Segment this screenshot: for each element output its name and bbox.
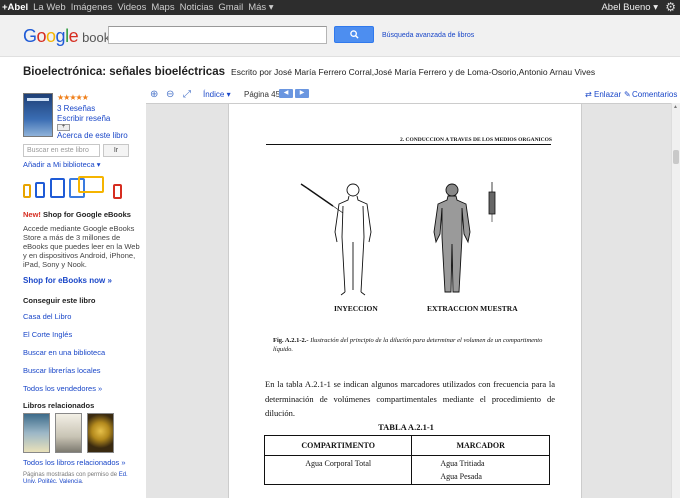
book-cover-thumbnail[interactable]	[23, 93, 53, 137]
advanced-search-link[interactable]: Búsqueda avanzada de libros	[382, 32, 474, 39]
injection-label: INYECCION	[334, 304, 378, 313]
scrollbar-thumb[interactable]	[673, 150, 679, 164]
rating-stars: ★★★★★	[57, 93, 89, 102]
promo-title-text: Shop for Google eBooks	[40, 210, 131, 219]
person-left-illustration	[334, 183, 372, 296]
viewer-scrollbar[interactable]: ▲	[671, 103, 680, 498]
related-books-title: Libros relacionados	[23, 401, 95, 410]
syringe-right-icon	[488, 182, 496, 222]
scroll-up-icon[interactable]: ▲	[673, 104, 678, 110]
gear-icon[interactable]: ⚙	[665, 0, 676, 14]
table-header-row: COMPARTIMENTO MARCADOR	[263, 435, 550, 456]
person-right-illustration	[433, 183, 471, 293]
about-book-link[interactable]: Acerca de este libro	[57, 131, 128, 140]
table-header-compartment: COMPARTIMENTO	[263, 435, 413, 456]
viewer-toolbar: ⊕ ⊖ ⤢ Índice ▾ Página 45 ◀ ▶ ⇄ Enlazar ✎…	[146, 88, 680, 102]
ebook-devices-illustration	[23, 176, 133, 202]
permission-note: Páginas mostradas con permiso de Ed. Uni…	[23, 472, 141, 486]
dilution-figure	[300, 182, 496, 296]
shop-ebooks-link[interactable]: Shop for eBooks now »	[23, 276, 112, 285]
table-header-marker: MARCADOR	[411, 435, 550, 456]
add-to-shelf-icon[interactable]: +	[57, 124, 70, 131]
index-dropdown[interactable]: Índice ▾	[203, 90, 231, 99]
ebooks-promo-text: Accede mediante Google eBooks Store a má…	[23, 224, 140, 269]
phone-device-icon	[23, 184, 31, 198]
seller-link-corte-ingles[interactable]: El Corte Inglés	[23, 330, 72, 339]
zoom-in-icon[interactable]: ⊕	[150, 89, 158, 100]
permission-prefix: Páginas mostradas con permiso de	[23, 472, 119, 478]
table-row: Agua Corporal Total Agua Tritiada Agua P…	[263, 455, 550, 485]
search-header: Google books Búsqueda avanzada de libros	[0, 15, 680, 57]
nav-item-videos[interactable]: Videos	[117, 2, 146, 13]
figure-caption: Fig. A.2.1-2.- Ilustración del principio…	[273, 336, 558, 354]
book-title-row: Bioelectrónica: señales bioeléctricas Es…	[23, 66, 595, 78]
permission-suffix: .	[81, 479, 84, 485]
marker-item: Agua Pesada	[440, 472, 482, 481]
search-button[interactable]	[334, 26, 374, 43]
reviews-link[interactable]: 3 Reseñas	[57, 104, 95, 113]
nav-item-maps[interactable]: Maps	[151, 2, 174, 13]
marker-item: Agua Tritiada	[440, 459, 485, 468]
comments-button[interactable]: Comentarios	[632, 90, 677, 99]
ereader-device-icon	[35, 182, 45, 198]
write-review-link[interactable]: Escribir reseña	[57, 114, 110, 123]
related-book-cover-1[interactable]	[23, 413, 50, 453]
header-rule	[266, 144, 551, 145]
comments-icon[interactable]: ✎	[624, 90, 631, 99]
tablet-device-icon	[50, 178, 65, 198]
search-input[interactable]	[108, 26, 327, 44]
chapter-header: 2. CONDUCCION A TRAVES DE LOS MEDIOS ORG…	[400, 137, 552, 143]
page-body-text: En la tabla A.2.1-1 se indican algunos m…	[265, 379, 555, 418]
nav-item-plus[interactable]: +Abel	[2, 2, 28, 13]
search-in-book-button[interactable]: Ir	[103, 144, 129, 157]
table-cell-compartment: Agua Corporal Total	[263, 455, 413, 485]
search-in-book-input[interactable]: Buscar en este libro	[23, 144, 100, 157]
book-authors: Escrito por José María Ferrero Corral,Jo…	[231, 67, 596, 77]
search-icon	[349, 30, 359, 39]
syringe-left-icon	[300, 183, 344, 214]
nav-item-images[interactable]: Imágenes	[71, 2, 113, 13]
new-badge: New!	[23, 210, 41, 219]
google-top-bar: +Abel La Web Imágenes Videos Maps Notici…	[0, 0, 680, 15]
get-book-title: Conseguir este libro	[23, 296, 96, 305]
nav-item-web[interactable]: La Web	[33, 2, 66, 13]
next-page-button[interactable]: ▶	[295, 89, 309, 98]
link-button[interactable]: Enlazar	[594, 90, 621, 99]
add-to-library-link[interactable]: Añadir a Mi biblioteca ▾	[23, 160, 101, 169]
local-stores-link[interactable]: Buscar librerías locales	[23, 366, 101, 375]
related-book-cover-3[interactable]	[87, 413, 114, 453]
zoom-out-icon[interactable]: ⊖	[166, 89, 174, 100]
seller-link-casa-del-libro[interactable]: Casa del Libro	[23, 312, 71, 321]
link-icon[interactable]: ⇄	[585, 90, 592, 99]
page-number: Página 45	[244, 90, 281, 99]
nav-item-more[interactable]: Más ▾	[248, 2, 273, 13]
table-title: TABLA A.2.1-1	[378, 422, 434, 432]
google-nav: +Abel La Web Imágenes Videos Maps Notici…	[2, 2, 274, 13]
all-sellers-link[interactable]: Todos los vendedores »	[23, 384, 102, 393]
figure-caption-number: Fig. A.2.1-2.-	[273, 337, 309, 344]
sample-extraction-label: EXTRACCION MUESTRA	[427, 304, 518, 313]
nav-item-gmail[interactable]: Gmail	[218, 2, 243, 13]
book-title: Bioelectrónica: señales bioeléctricas	[23, 66, 225, 78]
monitor-device-icon	[78, 176, 104, 193]
user-menu[interactable]: Abel Bueno ▾	[601, 2, 658, 13]
nav-item-news[interactable]: Noticias	[180, 2, 214, 13]
library-search-link[interactable]: Buscar en una biblioteca	[23, 348, 105, 357]
ebooks-promo-title: New! Shop for Google eBooks	[23, 210, 131, 219]
fullscreen-icon[interactable]: ⤢	[183, 89, 191, 100]
table-cell-marker: Agua Tritiada Agua Pesada	[411, 455, 550, 485]
related-book-cover-2[interactable]	[55, 413, 82, 453]
book-page: 2. CONDUCCION A TRAVES DE LOS MEDIOS ORG…	[228, 104, 582, 498]
markers-table: COMPARTIMENTO MARCADOR Agua Corporal Tot…	[263, 435, 550, 485]
all-related-books-link[interactable]: Todos los libros relacionados »	[23, 458, 126, 467]
google-books-logo[interactable]: Google books	[23, 26, 117, 47]
phone2-device-icon	[113, 184, 122, 199]
prev-page-button[interactable]: ◀	[279, 89, 293, 98]
figure-caption-text: Ilustración del principio de la dilución…	[273, 337, 543, 353]
